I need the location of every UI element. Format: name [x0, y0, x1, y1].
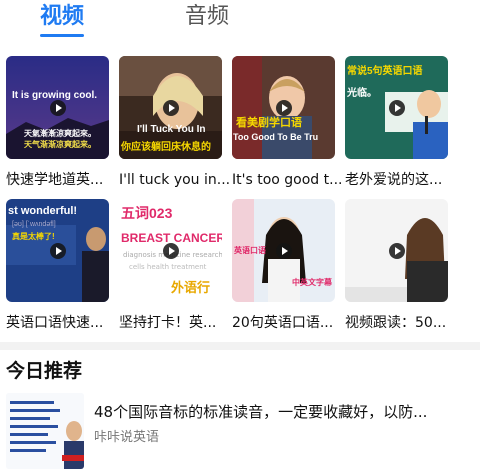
- video-title[interactable]: 视频跟读：50...: [345, 313, 455, 333]
- video-card[interactable]: 英语口语 中英文字幕 20句英语口语...: [232, 199, 335, 331]
- thumbnail-caption: 中英文字幕: [292, 278, 332, 287]
- recommended-item[interactable]: 48个国际音标的标准读音，一定要收藏好，以防... 咔咔说英语: [6, 393, 480, 469]
- video-card[interactable]: diagnosis medicine research cells health…: [119, 199, 222, 331]
- video-thumbnail[interactable]: st wonderful! [əʊ] [ˈwʌndəfl] 真是太棒了!: [6, 199, 109, 302]
- thumbnail-caption: 英语口语: [234, 246, 266, 255]
- thumbnail-caption: st wonderful!: [8, 205, 78, 217]
- video-thumbnail[interactable]: 英语口语 中英文字幕: [232, 199, 335, 302]
- video-card[interactable]: 常说5句英语口语 光临。 老外爱说的这...: [345, 56, 448, 188]
- play-icon: [389, 100, 405, 116]
- thumbnail-caption: I'll Tuck You In: [137, 124, 206, 135]
- recommended-title[interactable]: 48个国际音标的标准读音，一定要收藏好，以防...: [94, 401, 480, 423]
- video-thumbnail[interactable]: diagnosis medicine research cells health…: [119, 199, 222, 302]
- video-card[interactable]: 看美剧学口语 Too Good To Be Tru It's too good …: [232, 56, 342, 188]
- thumbnail-caption: 常说5句英语口语: [347, 66, 423, 77]
- video-card[interactable]: st wonderful! [əʊ] [ˈwʌndəfl] 真是太棒了! 英语口…: [6, 199, 109, 331]
- thumbnail-caption: 光临。: [347, 88, 377, 99]
- video-thumbnail[interactable]: 看美剧学口语 Too Good To Be Tru: [232, 56, 335, 159]
- tab-audio[interactable]: 音频: [185, 2, 229, 32]
- thumbnail-caption: 外语行: [171, 280, 211, 295]
- video-thumbnail[interactable]: 常说5句英语口语 光临。: [345, 56, 448, 159]
- recommended-thumbnail[interactable]: [6, 393, 84, 469]
- thumbnail-caption: 五词023: [121, 205, 173, 221]
- thumbnail-image: [6, 393, 84, 469]
- thumbnail-caption: 真是太棒了!: [12, 232, 55, 241]
- play-icon: [276, 243, 292, 259]
- media-tabs: 视频 音频: [0, 0, 480, 46]
- thumbnail-caption: Too Good To Be Tru: [233, 132, 319, 142]
- video-title[interactable]: I'll tuck you in...: [119, 170, 229, 190]
- thumbnail-caption: 天氣漸漸涼爽起來。: [24, 129, 96, 138]
- video-card[interactable]: 视频跟读：50...: [345, 199, 448, 331]
- video-card[interactable]: I'll Tuck You In 你应该躺回床休息的 I'll tuck you…: [119, 56, 229, 188]
- thumbnail-caption: 你应该躺回床休息的: [121, 142, 211, 153]
- video-thumbnail[interactable]: [345, 199, 448, 302]
- section-divider: [0, 342, 480, 350]
- play-icon: [50, 243, 66, 259]
- video-title[interactable]: 英语口语快速...: [6, 313, 116, 333]
- svg-text:cells health treatment: cells health treatment: [129, 263, 207, 271]
- thumbnail-caption: It is growing cool.: [12, 90, 97, 101]
- recommended-author: 咔咔说英语: [94, 430, 160, 445]
- play-icon: [276, 100, 292, 116]
- play-icon: [50, 100, 66, 116]
- tab-video[interactable]: 视频: [40, 2, 84, 32]
- thumbnail-caption: 看美剧学口语: [236, 117, 302, 129]
- video-title[interactable]: 老外爱说的这...: [345, 170, 455, 190]
- video-title[interactable]: 坚持打卡！英...: [119, 313, 229, 333]
- thumbnail-caption: 天气渐渐凉爽起来。: [24, 140, 96, 149]
- video-title[interactable]: 快速学地道英...: [6, 170, 116, 190]
- video-thumbnail[interactable]: It is growing cool. 天氣漸漸涼爽起來。 天气渐渐凉爽起来。: [6, 56, 109, 159]
- thumbnail-caption: [əʊ] [ˈwʌndəfl]: [12, 221, 56, 228]
- video-title[interactable]: 20句英语口语...: [232, 313, 342, 333]
- video-thumbnail[interactable]: I'll Tuck You In 你应该躺回床休息的: [119, 56, 222, 159]
- active-tab-indicator: [40, 34, 84, 37]
- play-icon: [163, 243, 179, 259]
- play-icon: [163, 100, 179, 116]
- video-card[interactable]: It is growing cool. 天氣漸漸涼爽起來。 天气渐渐凉爽起来。 …: [6, 56, 109, 188]
- video-title[interactable]: It's too good t...: [232, 170, 342, 190]
- play-icon: [389, 243, 405, 259]
- section-title-today: 今日推荐: [6, 360, 83, 382]
